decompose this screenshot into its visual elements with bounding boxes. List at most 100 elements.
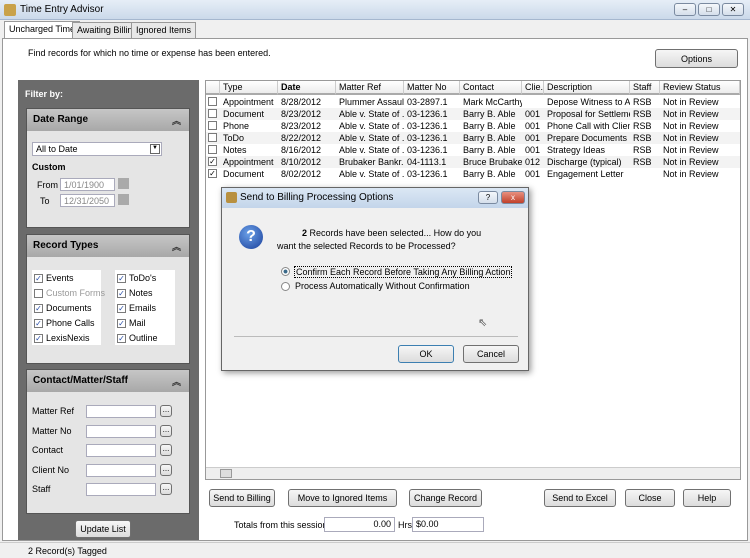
tab-uncharged-time[interactable]: Uncharged Time <box>4 21 81 39</box>
cell: Document <box>223 169 265 179</box>
checkbox[interactable]: ✓ <box>34 274 43 283</box>
browse-button[interactable]: ... <box>160 483 172 495</box>
update-list-button[interactable]: Update List <box>75 520 131 538</box>
checkbox[interactable]: ✓ <box>34 319 43 328</box>
cell: Not in Review <box>663 169 719 179</box>
browse-button[interactable]: ... <box>160 444 172 456</box>
options-button[interactable]: Options <box>655 49 738 68</box>
from-calendar-button[interactable] <box>118 178 129 189</box>
column-header[interactable]: Matter No <box>404 81 460 95</box>
radio-selected[interactable] <box>281 267 290 276</box>
column-header[interactable]: Contact <box>460 81 522 95</box>
dialog-divider <box>234 336 518 337</box>
to-label: To <box>40 196 50 206</box>
browse-button[interactable]: ... <box>160 405 172 417</box>
cell: Not in Review <box>663 133 719 143</box>
tab-ignored-items[interactable]: Ignored Items <box>131 22 197 38</box>
row-checkbox[interactable] <box>208 145 217 154</box>
field-input-staff[interactable] <box>86 483 156 496</box>
field-input-matter-ref[interactable] <box>86 405 156 418</box>
checkbox[interactable]: ✓ <box>34 334 43 343</box>
contact-matter-staff-section: Contact/Matter/Staff ︽ Matter Ref... Matte… <box>26 369 190 514</box>
close-window-button[interactable]: Close <box>625 489 675 507</box>
filter-title: Filter by: <box>25 89 64 99</box>
field-input-client-no[interactable] <box>86 463 156 477</box>
row-checkbox[interactable] <box>208 121 217 130</box>
row-checkbox[interactable]: ✓ <box>208 169 217 178</box>
cell: Appointment <box>223 157 274 167</box>
dialog-close-button[interactable]: x <box>501 191 525 204</box>
scrollbar-thumb[interactable] <box>220 469 232 478</box>
change-record-button[interactable]: Change Record <box>409 489 482 507</box>
table-row[interactable]: Phone 8/23/2012 Able v. State of ... 03-123… <box>206 120 740 132</box>
contact-matter-staff-header[interactable]: Contact/Matter/Staff ︽ <box>27 370 189 392</box>
column-header[interactable]: Date <box>278 81 336 95</box>
column-header[interactable]: Clie... <box>522 81 544 95</box>
cell: Barry B. Able <box>463 121 516 131</box>
checkbox[interactable]: ✓ <box>117 274 126 283</box>
checkbox[interactable]: ✓ <box>117 304 126 313</box>
table-row[interactable]: Appointment 8/28/2012 Plummer Assault 03-28… <box>206 96 740 108</box>
checkbox[interactable]: ✓ <box>34 304 43 313</box>
cell: Strategy Ideas <box>547 145 606 155</box>
table-row[interactable]: ToDo 8/22/2012 Able v. State of ... 03-1236… <box>206 132 740 144</box>
column-header[interactable]: Staff <box>630 81 660 95</box>
send-to-excel-button[interactable]: Send to Excel <box>544 489 616 507</box>
help-button[interactable]: Help <box>683 489 731 507</box>
record-types-header[interactable]: Record Types ︽ <box>27 235 189 257</box>
cell: RSB <box>633 145 652 155</box>
dialog-help-button[interactable]: ? <box>478 191 498 204</box>
cell: 8/23/2012 <box>281 121 322 131</box>
date-range-select[interactable]: All to Date ▼ <box>32 142 162 156</box>
radio-unselected[interactable] <box>281 282 290 291</box>
row-checkbox[interactable] <box>208 97 217 106</box>
column-header[interactable]: Type <box>220 81 278 95</box>
table-row[interactable]: ✓ Document 8/02/2012 Able v. State of ... 03… <box>206 168 740 180</box>
minimize-button[interactable]: – <box>674 3 696 16</box>
cell: 001 <box>525 133 541 143</box>
cell: 8/10/2012 <box>281 157 322 167</box>
cell: 03-1236.1 <box>407 121 448 131</box>
cell: Not in Review <box>663 121 719 131</box>
field-input-matter-no[interactable] <box>86 424 156 438</box>
cell: Not in Review <box>663 109 719 119</box>
cell: Barry B. Able <box>463 145 516 155</box>
column-header[interactable]: Matter Ref <box>336 81 404 95</box>
column-header[interactable]: Description <box>544 81 630 95</box>
maximize-button[interactable]: □ <box>698 3 720 16</box>
table-row[interactable]: Document 8/23/2012 Able v. State of ... 03-… <box>206 108 740 120</box>
close-button[interactable]: ✕ <box>722 3 744 16</box>
from-date-input[interactable]: 1/01/1900 <box>60 178 115 191</box>
browse-button[interactable]: ... <box>160 463 172 476</box>
checkbox[interactable]: ✓ <box>117 289 126 298</box>
row-checkbox[interactable]: ✓ <box>208 157 217 166</box>
table-row[interactable]: ✓ Appointment 8/10/2012 Brubaker Bankr... 04… <box>206 156 740 168</box>
ok-button[interactable]: OK <box>398 345 454 363</box>
message-text: Records have been selected... How do you <box>307 228 482 238</box>
date-range-header[interactable]: Date Range ︽ <box>27 109 189 131</box>
checkbox[interactable]: ✓ <box>117 334 126 343</box>
cell: Prepare Documents <box>547 133 628 143</box>
to-calendar-button[interactable] <box>118 194 129 205</box>
column-header[interactable]: Review Status <box>660 81 740 95</box>
collapse-icon[interactable]: ︽ <box>172 375 181 388</box>
row-checkbox[interactable] <box>208 133 217 142</box>
row-checkbox[interactable] <box>208 109 217 118</box>
dropdown-arrow-icon[interactable]: ▼ <box>150 144 160 154</box>
checkbox[interactable]: ✓ <box>117 319 126 328</box>
move-to-ignored-button[interactable]: Move to Ignored Items <box>288 489 397 507</box>
collapse-icon[interactable]: ︽ <box>172 114 181 127</box>
send-to-billing-button[interactable]: Send to Billing <box>209 489 275 507</box>
table-row[interactable]: Notes 8/16/2012 Able v. State of ... 03-123… <box>206 144 740 156</box>
field-input-contact[interactable] <box>86 444 156 457</box>
filter-panel: Filter by: Date Range ︽ All to Date ▼ Cust… <box>18 80 199 540</box>
horizontal-scrollbar[interactable] <box>206 467 740 479</box>
collapse-icon[interactable]: ︽ <box>172 240 181 253</box>
cell: 012 <box>525 157 541 167</box>
to-date-input[interactable]: 12/31/2050 <box>60 194 115 207</box>
dialog-message-line2: want the selected Records to be Processe… <box>277 241 456 251</box>
browse-button[interactable]: ... <box>160 424 172 437</box>
cancel-button[interactable]: Cancel <box>463 345 519 363</box>
checkbox[interactable] <box>34 289 43 298</box>
cell: Barry B. Able <box>463 169 516 179</box>
